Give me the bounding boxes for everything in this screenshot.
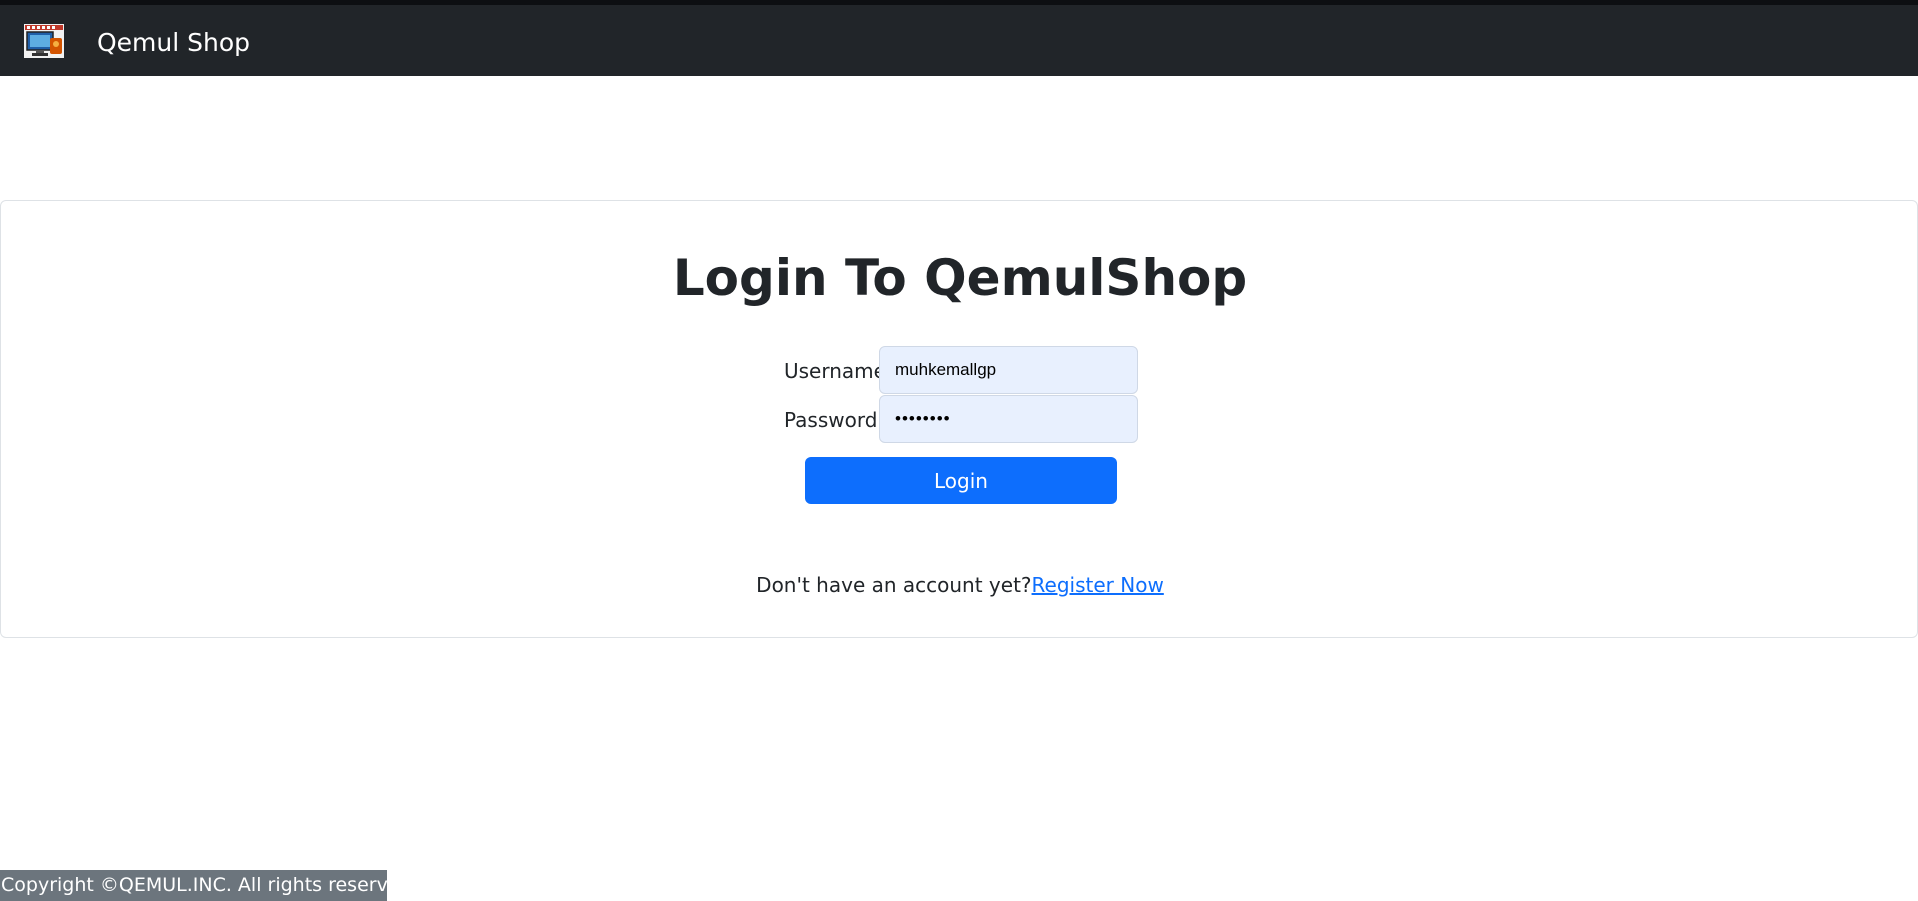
username-label: Username: bbox=[784, 359, 893, 383]
register-prompt-text: Don't have an account yet? bbox=[756, 573, 1032, 597]
top-navbar: Qemul Shop bbox=[0, 0, 1918, 76]
footer-copyright: Copyright ©QEMUL.INC. All rights reserve… bbox=[0, 870, 418, 901]
register-prompt-line: Don't have an account yet?Register Now bbox=[1, 573, 1918, 597]
page-title: Login To QemulShop bbox=[672, 249, 1248, 307]
login-button[interactable]: Login bbox=[805, 457, 1117, 504]
password-input[interactable] bbox=[879, 395, 1138, 443]
login-card: Login To QemulShop Username: Password: L… bbox=[0, 200, 1918, 638]
username-input[interactable] bbox=[879, 346, 1138, 394]
brand-name[interactable]: Qemul Shop bbox=[97, 28, 250, 58]
password-label: Password: bbox=[784, 408, 885, 432]
shop-logo-icon[interactable] bbox=[24, 24, 64, 58]
register-now-link[interactable]: Register Now bbox=[1032, 573, 1164, 597]
